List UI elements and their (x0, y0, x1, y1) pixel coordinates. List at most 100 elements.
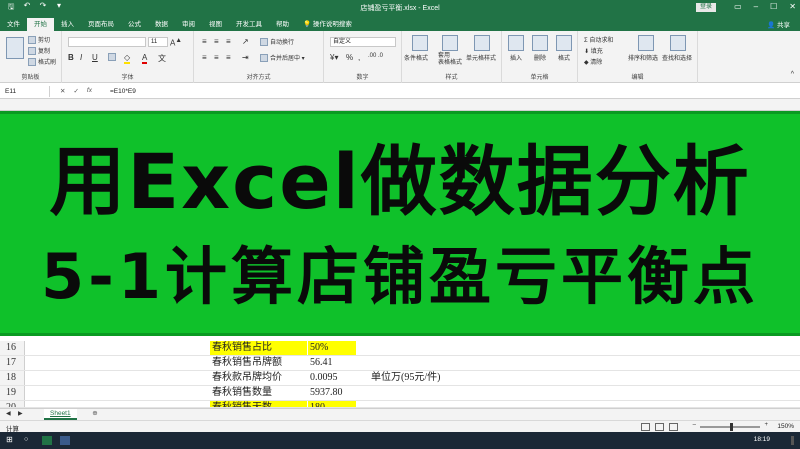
normal-view-icon[interactable] (641, 423, 650, 431)
font-color-icon[interactable]: A (142, 53, 148, 64)
bold-icon[interactable]: B (68, 53, 74, 62)
enter-icon[interactable]: ✓ (73, 87, 78, 95)
border-icon[interactable] (108, 53, 118, 61)
add-sheet-icon[interactable]: ⊕ (90, 409, 100, 420)
sheet-tab[interactable]: Sheet1 (44, 409, 77, 420)
cell-label[interactable]: 春秋销售占比 (210, 341, 307, 355)
autosum-button[interactable]: Σ 自动求和 (584, 35, 613, 44)
underline-icon[interactable]: U (92, 53, 98, 62)
row-number[interactable]: 20 (0, 401, 25, 407)
tab-insert[interactable]: 插入 (54, 18, 81, 31)
tab-developer[interactable]: 开发工具 (229, 18, 269, 31)
format-cells-button[interactable]: 格式 (558, 53, 570, 62)
tab-data[interactable]: 数据 (148, 18, 175, 31)
currency-icon[interactable]: ¥▾ (330, 53, 338, 62)
font-size-select[interactable]: 11 (148, 37, 168, 47)
app-taskbar-icon[interactable] (60, 436, 70, 445)
cell-note[interactable]: 单位万(95元/件) (371, 371, 440, 385)
cell-value[interactable]: 50% (308, 341, 356, 355)
insert-function-icon[interactable]: fx (87, 87, 92, 95)
italic-icon[interactable]: I (80, 53, 82, 62)
row-number[interactable]: 18 (0, 371, 25, 385)
cell-label[interactable]: 春秋款吊牌均价 (210, 371, 307, 385)
ribbon-display-icon[interactable]: ▭ (734, 2, 742, 11)
wrap-text-button[interactable]: 自动换行 (260, 37, 294, 47)
row-number[interactable]: 17 (0, 356, 25, 370)
delete-cells-icon[interactable] (532, 35, 548, 51)
share-button[interactable]: 👤 共享 (767, 19, 790, 29)
insert-cells-icon[interactable] (508, 35, 524, 51)
excel-taskbar-icon[interactable] (42, 436, 52, 445)
sort-filter-icon[interactable] (638, 35, 654, 51)
tab-view[interactable]: 视图 (202, 18, 229, 31)
align-right-icon[interactable]: ≡ (226, 53, 231, 62)
cell-value[interactable]: 180 (308, 401, 356, 407)
tab-formulas[interactable]: 公式 (121, 18, 148, 31)
format-as-table-icon[interactable] (442, 35, 458, 51)
tab-page-layout[interactable]: 页面布局 (81, 18, 121, 31)
number-format-select[interactable]: 自定义 (330, 37, 396, 47)
show-desktop-button[interactable] (791, 436, 794, 445)
phonetic-icon[interactable]: 文 (158, 53, 166, 64)
merge-center-button[interactable]: 合并后居中 ▾ (260, 53, 305, 63)
next-sheet-icon[interactable]: ▶ (18, 410, 23, 417)
zoom-level[interactable]: 150% (777, 423, 794, 430)
tab-review[interactable]: 审阅 (175, 18, 202, 31)
page-layout-view-icon[interactable] (655, 423, 664, 431)
cell-label[interactable]: 春秋销售数量 (210, 386, 307, 400)
zoom-slider[interactable] (700, 423, 760, 431)
comma-icon[interactable]: , (358, 53, 360, 62)
tab-file[interactable]: 文件 (0, 18, 27, 31)
cut-button[interactable]: 剪切 (28, 35, 50, 45)
find-select-icon[interactable] (670, 35, 686, 51)
windows-start-icon[interactable]: ⊞ (6, 435, 16, 444)
font-name-select[interactable] (68, 37, 146, 47)
row-number[interactable]: 16 (0, 341, 25, 355)
find-select-button[interactable]: 查找和选择 (662, 53, 692, 62)
cell-value[interactable]: 56.41 (308, 356, 356, 370)
orientation-icon[interactable]: ↗ (242, 37, 249, 46)
insert-cells-button[interactable]: 插入 (510, 53, 522, 62)
align-top-icon[interactable]: ≡ (202, 37, 207, 46)
align-bottom-icon[interactable]: ≡ (226, 37, 231, 46)
minimize-icon[interactable]: – (754, 2, 758, 11)
close-icon[interactable]: ✕ (789, 2, 796, 11)
conditional-format-icon[interactable] (412, 35, 428, 51)
clear-button[interactable]: ◆ 清除 (584, 57, 602, 66)
cell-value[interactable]: 0.0095 (308, 371, 356, 385)
formula-input[interactable]: =E10*E9 (110, 88, 136, 95)
zoom-out-icon[interactable]: – (693, 422, 696, 428)
tab-help[interactable]: 帮助 (269, 18, 296, 31)
sort-filter-button[interactable]: 排序和筛选 (628, 53, 658, 62)
delete-cells-button[interactable]: 删除 (534, 53, 546, 62)
align-left-icon[interactable]: ≡ (202, 53, 207, 62)
login-button[interactable]: 登录 (695, 3, 716, 12)
align-middle-icon[interactable]: ≡ (214, 37, 219, 46)
cancel-icon[interactable]: ✕ (60, 87, 65, 95)
fill-color-icon[interactable]: ◇ (124, 53, 131, 64)
format-painter-button[interactable]: 格式刷 (28, 57, 56, 67)
format-cells-icon[interactable] (556, 35, 572, 51)
row-number[interactable]: 19 (0, 386, 25, 400)
maximize-icon[interactable]: ☐ (770, 2, 777, 11)
search-icon[interactable]: ○ (24, 436, 34, 445)
grow-font-icon[interactable]: A▲ (170, 37, 182, 48)
collapse-ribbon-icon[interactable]: ^ (791, 71, 794, 78)
tab-home[interactable]: 开始 (27, 18, 54, 31)
prev-sheet-icon[interactable]: ◀ (6, 410, 11, 417)
cell-value[interactable]: 5937.80 (308, 386, 356, 400)
zoom-in-icon[interactable]: + (764, 422, 768, 428)
cell-styles-icon[interactable] (474, 35, 490, 51)
conditional-format-button[interactable]: 条件格式 (404, 53, 428, 62)
decimal-icon[interactable]: .00 .0 (368, 53, 383, 59)
copy-button[interactable]: 复制 (28, 46, 50, 56)
paste-icon[interactable] (6, 37, 24, 59)
cell-label[interactable]: 春秋销售吊牌额 (210, 356, 307, 370)
align-center-icon[interactable]: ≡ (214, 53, 219, 62)
format-as-table-button[interactable]: 套用 表格格式 (438, 53, 462, 67)
fill-button[interactable]: ⬇ 填充 (584, 46, 603, 55)
tell-me-search[interactable]: 💡 操作说明搜索 (296, 18, 359, 31)
zoom-thumb[interactable] (730, 423, 733, 431)
page-break-view-icon[interactable] (669, 423, 678, 431)
cell-styles-button[interactable]: 单元格样式 (466, 53, 496, 62)
